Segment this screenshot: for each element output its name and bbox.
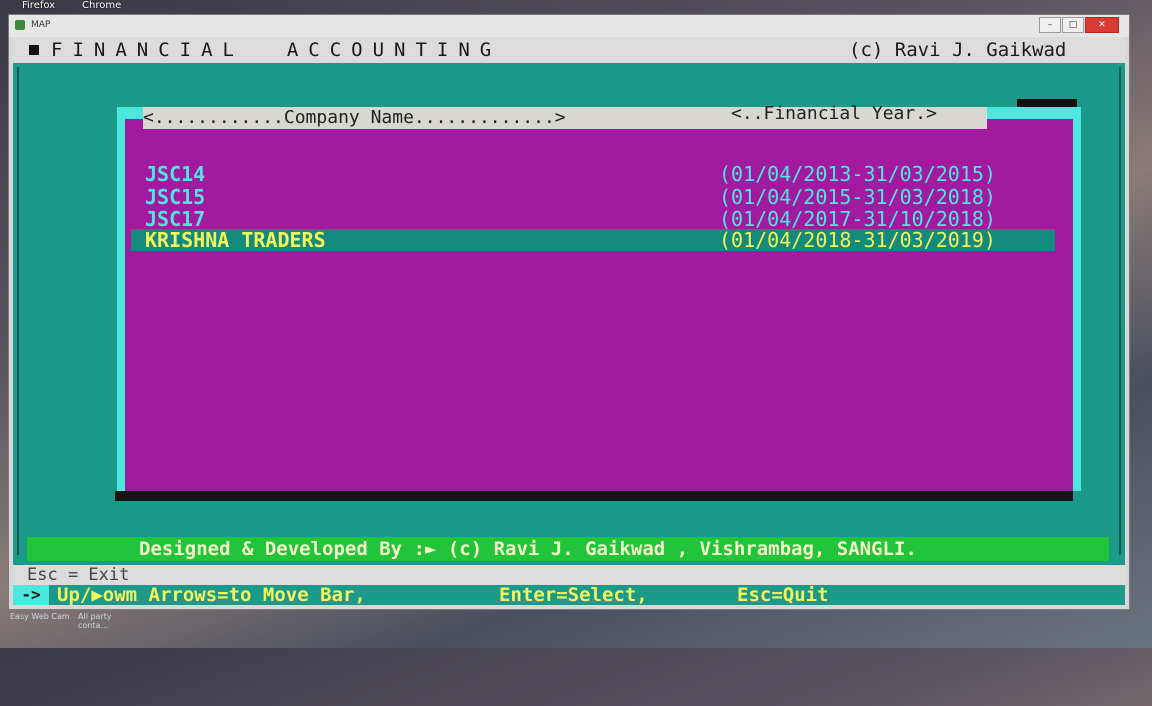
desktop-top-icons: Firefox Chrome — [0, 0, 200, 14]
console-area: FINANCIAL ACCOUNTING (c) Ravi J. Gaikwad… — [13, 37, 1125, 605]
header-copyright: (c) Ravi J. Gaikwad — [849, 39, 1067, 61]
close-button[interactable]: ✕ — [1085, 17, 1119, 33]
arrow-indicator: -> — [13, 585, 49, 605]
hint-move: Up/▶owm Arrows=to Move Bar, — [57, 584, 366, 606]
company-year: (01/04/2017-31/10/2018) — [719, 207, 996, 231]
company-row[interactable]: JSC15 (01/04/2015-31/03/2018) — [131, 186, 1055, 208]
app-header: FINANCIAL ACCOUNTING (c) Ravi J. Gaikwad — [13, 37, 1125, 63]
company-name: JSC14 — [145, 162, 206, 186]
esc-exit-text: Esc = Exit — [27, 565, 130, 585]
app-title: FINANCIAL ACCOUNTING — [51, 39, 502, 61]
app-window: MAP – □ ✕ FINANCIAL ACCOUNTING (c) Ravi … — [8, 14, 1130, 610]
column-headers: <............Company Name.............> … — [143, 103, 987, 129]
hint-quit: Esc=Quit — [737, 584, 829, 606]
column-company-name: <............Company Name.............> — [143, 107, 566, 128]
status-line-exit: Esc = Exit — [13, 565, 1125, 585]
company-year: (01/04/2018-31/03/2019) — [719, 228, 996, 252]
company-year: (01/04/2013-31/03/2015) — [719, 162, 996, 186]
hint-select: Enter=Select, — [499, 584, 648, 606]
company-row-selected[interactable]: KRISHNA TRADERS (01/04/2018-31/03/2019) — [131, 229, 1055, 251]
company-name: JSC15 — [145, 185, 206, 209]
desktop-icon-party[interactable]: All party conta... — [78, 612, 138, 630]
designed-by-text: Designed & Developed By :► (c) Ravi J. G… — [139, 538, 917, 560]
desktop-icon-firefox[interactable]: Firefox — [22, 0, 55, 11]
header-bullet-icon — [29, 45, 39, 55]
window-titlebar[interactable]: MAP – □ ✕ — [9, 15, 1129, 37]
column-financial-year: <..Financial Year.> — [731, 103, 937, 124]
company-year: (01/04/2015-31/03/2018) — [719, 185, 996, 209]
app-icon — [15, 20, 25, 30]
panel-shadow — [115, 491, 1073, 501]
maximize-button[interactable]: □ — [1062, 17, 1084, 33]
company-row[interactable]: JSC17 (01/04/2017-31/10/2018) — [131, 208, 1055, 230]
desktop-icon-chrome[interactable]: Chrome — [82, 0, 121, 11]
designed-by-banner: Designed & Developed By :► (c) Ravi J. G… — [27, 537, 1109, 561]
company-name: JSC17 — [145, 207, 206, 231]
desktop-icon-webcam[interactable]: Easy Web Cam — [10, 612, 70, 621]
company-row[interactable]: JSC14 (01/04/2013-31/03/2015) — [131, 163, 1055, 185]
key-hints-bar: -> Up/▶owm Arrows=to Move Bar, Enter=Sel… — [13, 585, 1125, 605]
minimize-button[interactable]: – — [1039, 17, 1061, 33]
company-name: KRISHNA TRADERS — [145, 228, 326, 252]
window-title: MAP — [31, 20, 51, 30]
